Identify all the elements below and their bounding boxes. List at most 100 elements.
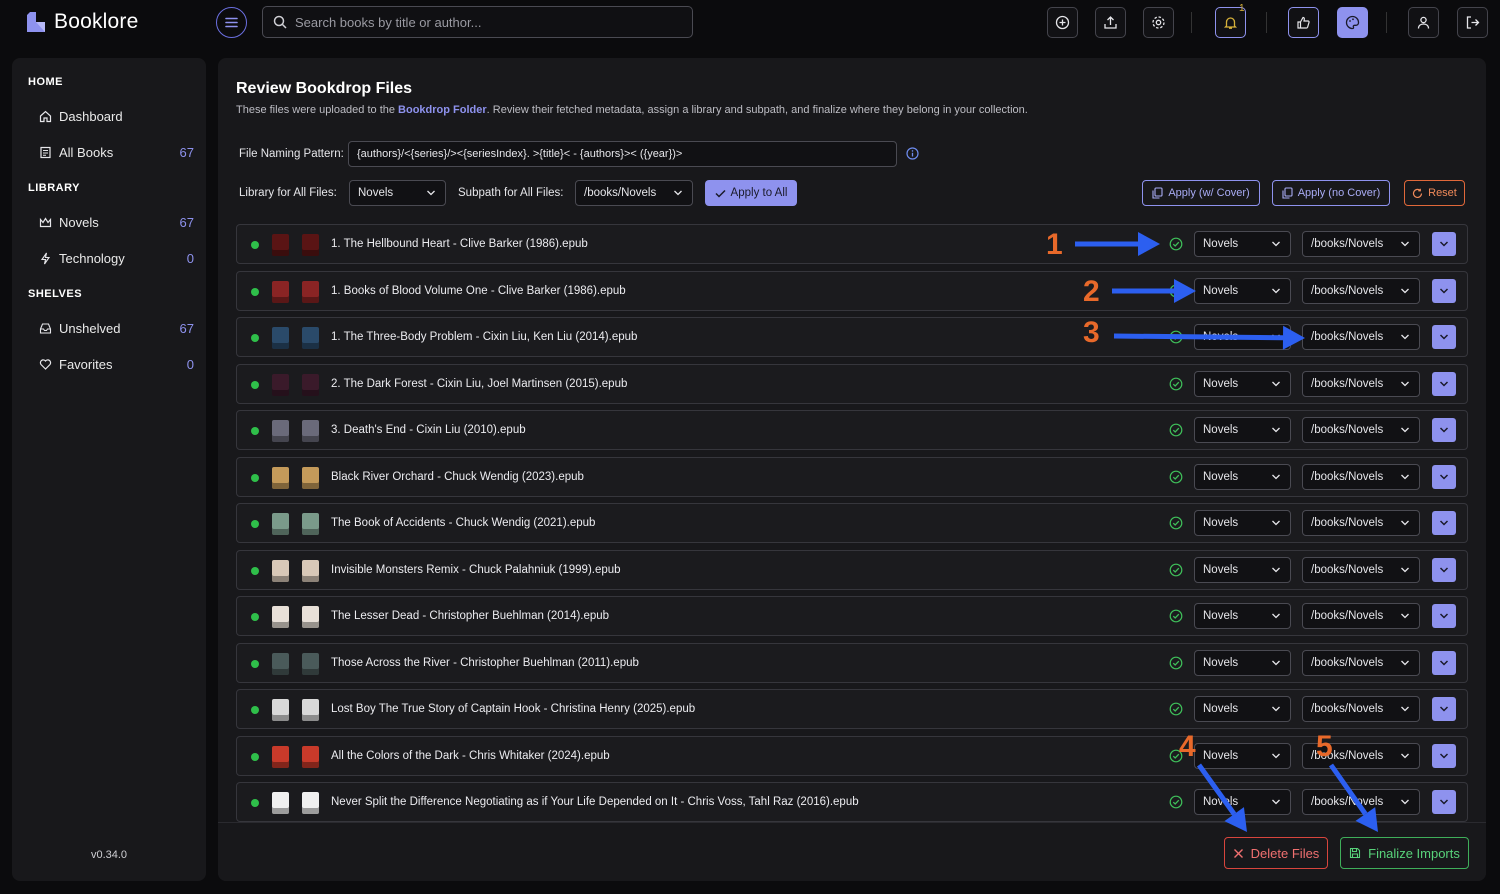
fetched-cover-thumbnail[interactable] bbox=[302, 606, 319, 628]
subpath-dropdown[interactable]: /books/Novels bbox=[1302, 277, 1420, 304]
library-dropdown[interactable]: Novels bbox=[1194, 417, 1291, 443]
fetched-cover-thumbnail[interactable] bbox=[302, 280, 319, 303]
info-icon[interactable] bbox=[906, 147, 919, 160]
expand-row-button[interactable] bbox=[1432, 557, 1456, 582]
subpath-dropdown[interactable]: /books/Novels bbox=[1302, 603, 1420, 629]
sidebar-item-unshelved[interactable]: Unshelved 67 bbox=[38, 316, 194, 340]
fetched-cover-thumbnail[interactable] bbox=[302, 420, 319, 442]
subpath-dropdown[interactable]: /books/Novels bbox=[1302, 324, 1420, 350]
fetched-cover-thumbnail[interactable] bbox=[302, 745, 319, 768]
search-input[interactable] bbox=[295, 14, 675, 30]
finalize-imports-button[interactable]: Finalize Imports bbox=[1340, 837, 1469, 869]
subpath-dropdown[interactable]: /books/Novels bbox=[1302, 789, 1420, 815]
logout-button[interactable] bbox=[1457, 7, 1488, 38]
fetched-cover-thumbnail[interactable] bbox=[302, 513, 319, 535]
library-dropdown[interactable]: Novels bbox=[1194, 696, 1291, 722]
original-cover-thumbnail[interactable] bbox=[272, 327, 289, 349]
file-row[interactable]: The Lesser Dead - Christopher Buehlman (… bbox=[236, 596, 1468, 636]
apply-with-cover-button[interactable]: Apply (w/ Cover) bbox=[1142, 180, 1260, 206]
file-row[interactable]: 1. The Hellbound Heart - Clive Barker (1… bbox=[236, 224, 1468, 264]
fetched-cover-thumbnail[interactable] bbox=[302, 234, 319, 256]
library-all-files-dropdown[interactable]: Novels bbox=[349, 180, 446, 206]
library-dropdown[interactable]: Novels bbox=[1194, 742, 1291, 769]
original-cover-thumbnail[interactable] bbox=[272, 234, 289, 256]
apply-to-all-button[interactable]: Apply to All bbox=[705, 180, 797, 206]
expand-row-button[interactable] bbox=[1432, 418, 1456, 442]
original-cover-thumbnail[interactable] bbox=[272, 652, 289, 675]
subpath-dropdown[interactable]: /books/Novels bbox=[1302, 649, 1420, 676]
subpath-dropdown[interactable]: /books/Novels bbox=[1302, 556, 1420, 583]
upload-button[interactable] bbox=[1095, 7, 1126, 38]
library-dropdown[interactable]: Novels bbox=[1194, 510, 1291, 536]
file-row[interactable]: Never Split the Difference Negotiating a… bbox=[236, 782, 1468, 822]
library-dropdown[interactable]: Novels bbox=[1194, 231, 1291, 257]
fetched-cover-thumbnail[interactable] bbox=[302, 373, 319, 396]
fetched-cover-thumbnail[interactable] bbox=[302, 327, 319, 349]
reset-button[interactable]: Reset bbox=[1404, 180, 1465, 206]
file-row[interactable]: 1. Books of Blood Volume One - Clive Bar… bbox=[236, 270, 1468, 311]
library-dropdown[interactable]: Novels bbox=[1194, 556, 1291, 583]
subpath-dropdown[interactable]: /books/Novels bbox=[1302, 463, 1420, 490]
expand-row-button[interactable] bbox=[1432, 790, 1456, 814]
library-dropdown[interactable]: Novels bbox=[1194, 789, 1291, 815]
file-row[interactable]: Invisible Monsters Remix - Chuck Palahni… bbox=[236, 549, 1468, 590]
expand-row-button[interactable] bbox=[1432, 371, 1456, 396]
library-dropdown[interactable]: Novels bbox=[1194, 370, 1291, 397]
original-cover-thumbnail[interactable] bbox=[272, 373, 289, 396]
library-dropdown[interactable]: Novels bbox=[1194, 603, 1291, 629]
sidebar-item-favorites[interactable]: Favorites 0 bbox=[38, 352, 194, 376]
fetched-cover-thumbnail[interactable] bbox=[302, 466, 319, 489]
file-row[interactable]: Those Across the River - Christopher Bue… bbox=[236, 642, 1468, 683]
original-cover-thumbnail[interactable] bbox=[272, 606, 289, 628]
original-cover-thumbnail[interactable] bbox=[272, 559, 289, 582]
file-row[interactable]: All the Colors of the Dark - Chris Whita… bbox=[236, 735, 1468, 776]
bookdrop-folder-link[interactable]: Bookdrop Folder bbox=[398, 104, 487, 116]
file-row[interactable]: Black River Orchard - Chuck Wendig (2023… bbox=[236, 456, 1468, 497]
expand-row-button[interactable] bbox=[1432, 464, 1456, 489]
subpath-dropdown[interactable]: /books/Novels bbox=[1302, 370, 1420, 397]
file-row[interactable]: 3. Death's End - Cixin Liu (2010).epub No… bbox=[236, 410, 1468, 450]
subpath-all-files-dropdown[interactable]: /books/Novels bbox=[575, 180, 693, 206]
original-cover-thumbnail[interactable] bbox=[272, 420, 289, 442]
search-bar[interactable] bbox=[262, 6, 693, 38]
expand-row-button[interactable] bbox=[1432, 650, 1456, 675]
original-cover-thumbnail[interactable] bbox=[272, 513, 289, 535]
profile-button[interactable] bbox=[1408, 7, 1439, 38]
original-cover-thumbnail[interactable] bbox=[272, 792, 289, 814]
sidebar-item-all-books[interactable]: All Books 67 bbox=[38, 140, 194, 164]
file-row[interactable]: The Book of Accidents - Chuck Wendig (20… bbox=[236, 503, 1468, 543]
sidebar-item-novels[interactable]: Novels 67 bbox=[38, 210, 194, 234]
original-cover-thumbnail[interactable] bbox=[272, 699, 289, 721]
fetched-cover-thumbnail[interactable] bbox=[302, 559, 319, 582]
expand-row-button[interactable] bbox=[1432, 697, 1456, 721]
file-row[interactable]: 1. The Three-Body Problem - Cixin Liu, K… bbox=[236, 317, 1468, 357]
expand-row-button[interactable] bbox=[1432, 511, 1456, 535]
expand-row-button[interactable] bbox=[1432, 325, 1456, 349]
menu-toggle-button[interactable] bbox=[216, 7, 247, 38]
feedback-button[interactable] bbox=[1288, 7, 1319, 38]
subpath-dropdown[interactable]: /books/Novels bbox=[1302, 696, 1420, 722]
library-dropdown[interactable]: Novels bbox=[1194, 277, 1291, 304]
original-cover-thumbnail[interactable] bbox=[272, 745, 289, 768]
subpath-dropdown[interactable]: /books/Novels bbox=[1302, 231, 1420, 257]
fetched-cover-thumbnail[interactable] bbox=[302, 699, 319, 721]
settings-button[interactable] bbox=[1143, 7, 1174, 38]
subpath-dropdown[interactable]: /books/Novels bbox=[1302, 510, 1420, 536]
file-row[interactable]: 2. The Dark Forest - Cixin Liu, Joel Mar… bbox=[236, 363, 1468, 404]
original-cover-thumbnail[interactable] bbox=[272, 466, 289, 489]
expand-row-button[interactable] bbox=[1432, 743, 1456, 768]
sidebar-item-dashboard[interactable]: Dashboard bbox=[38, 104, 194, 128]
delete-files-button[interactable]: Delete Files bbox=[1224, 837, 1328, 869]
theme-button[interactable] bbox=[1337, 7, 1368, 38]
file-naming-pattern-input[interactable] bbox=[348, 141, 897, 167]
sidebar-item-technology[interactable]: Technology 0 bbox=[38, 246, 194, 270]
fetched-cover-thumbnail[interactable] bbox=[302, 652, 319, 675]
expand-row-button[interactable] bbox=[1432, 232, 1456, 256]
original-cover-thumbnail[interactable] bbox=[272, 280, 289, 303]
add-button[interactable] bbox=[1047, 7, 1078, 38]
subpath-dropdown[interactable]: /books/Novels bbox=[1302, 417, 1420, 443]
app-logo[interactable]: Booklore bbox=[24, 10, 138, 34]
library-dropdown[interactable]: Novels bbox=[1194, 463, 1291, 490]
file-row[interactable]: Lost Boy The True Story of Captain Hook … bbox=[236, 689, 1468, 729]
library-dropdown[interactable]: Novels bbox=[1194, 324, 1291, 350]
